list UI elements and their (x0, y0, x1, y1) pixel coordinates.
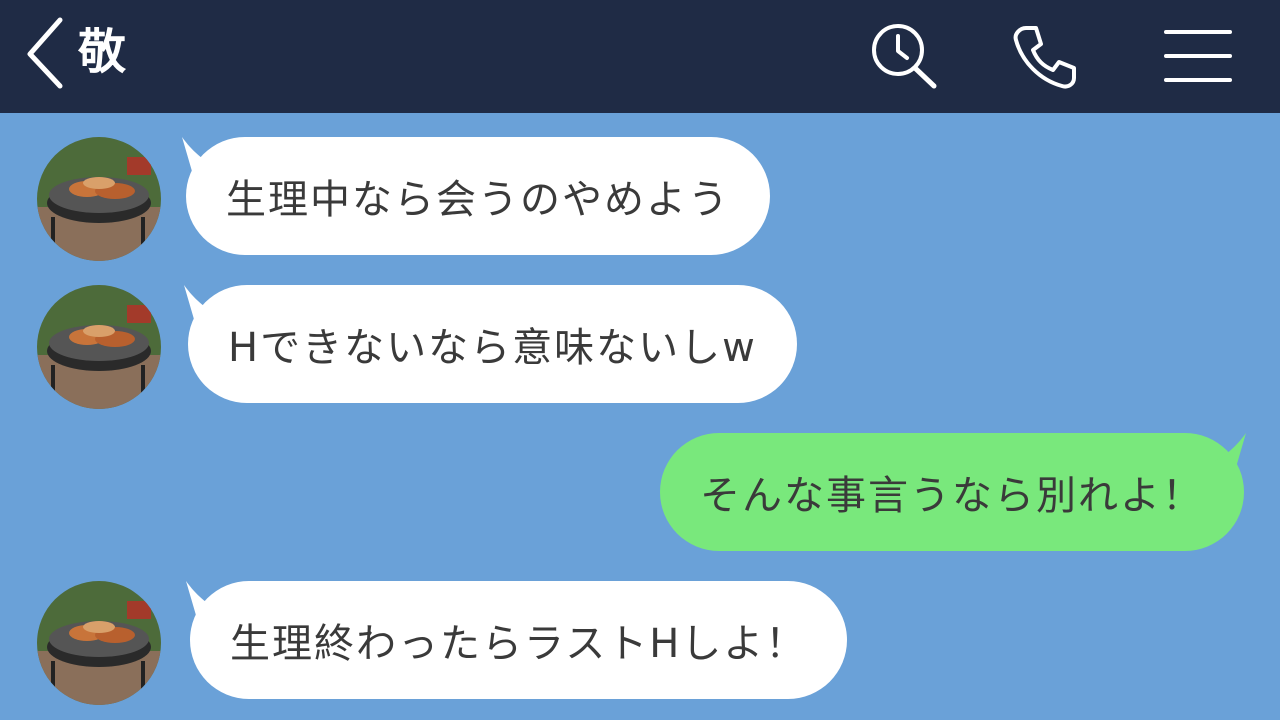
call-button[interactable] (1008, 20, 1080, 92)
avatar[interactable] (37, 285, 161, 409)
menu-icon (1164, 30, 1232, 82)
message-text: そんな事言うなら別れよ！ (700, 473, 1204, 519)
search-icon (872, 24, 937, 89)
avatar-bbq-image (37, 137, 161, 261)
search-button[interactable] (866, 20, 938, 92)
phone-icon (1013, 26, 1076, 89)
message-bubble-outgoing[interactable]: そんな事言うなら別れよ！ (660, 433, 1244, 551)
avatar-bbq-image (37, 581, 161, 705)
avatar-bbq-image (37, 285, 161, 409)
message-text: Hできないなら意味ないしw (228, 325, 757, 371)
back-button[interactable] (22, 14, 70, 90)
message-list[interactable]: 生理中なら会うのやめよう Hできないなら意味ないしw そんな事言うなら別れよ！ (0, 113, 1280, 720)
chat-header: 敬 (0, 0, 1280, 113)
chat-title: 敬 (78, 24, 127, 80)
back-icon (27, 17, 63, 89)
message-bubble[interactable]: 生理中なら会うのやめよう (186, 137, 770, 255)
message-text: 生理中なら会うのやめよう (226, 177, 730, 223)
message-bubble[interactable]: Hできないなら意味ないしw (188, 285, 797, 403)
menu-button[interactable] (1160, 20, 1232, 92)
avatar[interactable] (37, 137, 161, 261)
message-bubble[interactable]: 生理終わったらラストHしよ！ (190, 581, 848, 699)
message-text: 生理終わったらラストHしよ！ (230, 621, 808, 667)
avatar[interactable] (37, 581, 161, 705)
bubble-tail (1214, 433, 1246, 481)
